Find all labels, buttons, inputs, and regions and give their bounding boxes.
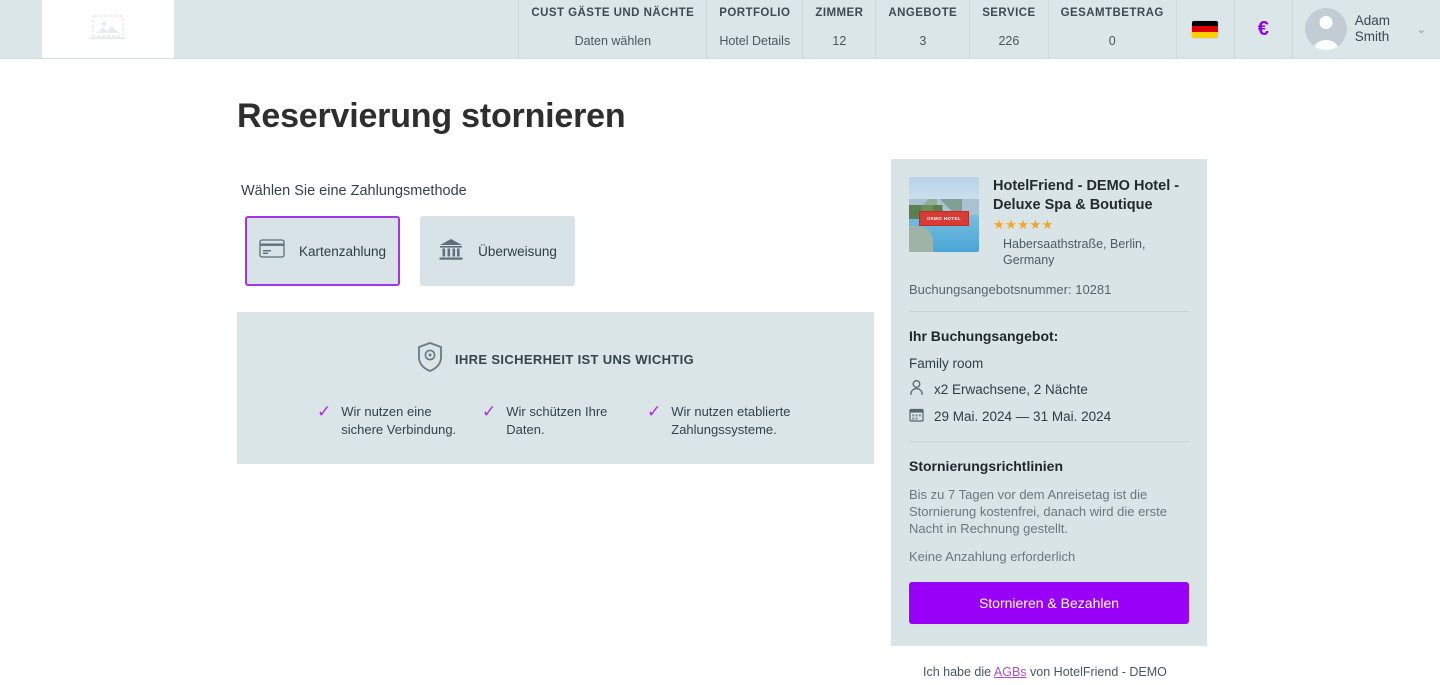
- calendar-icon: [909, 407, 924, 425]
- stat-total-label: GESAMTBETRAG: [1060, 7, 1164, 19]
- euro-icon: €: [1257, 18, 1269, 40]
- terms-link-agb[interactable]: AGBs: [994, 665, 1027, 679]
- booking-title: Ihr Buchungsangebot:: [909, 328, 1059, 344]
- divider: [909, 441, 1189, 442]
- payment-section-label: Wählen Sie eine Zahlungsmethode: [241, 183, 467, 199]
- stat-guests-nights-label: CUST GÄSTE UND NÄCHTE: [531, 7, 695, 19]
- main-content: Reservierung stornieren Wählen Sie eine …: [237, 95, 877, 685]
- credit-card-icon: [259, 239, 285, 263]
- app-header: CUST GÄSTE UND NÄCHTE Daten wählen PORTF…: [0, 0, 1440, 59]
- hotel-row: DEMO HOTEL HotelFriend - DEMO Hotel - De…: [909, 177, 1189, 268]
- security-heading: IHRE SICHERHEIT IST UNS WICHTIG: [454, 352, 695, 367]
- image-placeholder-icon: [88, 13, 128, 46]
- guests-text: x2 Erwachsene, 2 Nächte: [934, 382, 1088, 397]
- chevron-down-icon: ⌄: [1416, 23, 1426, 36]
- stat-portfolio-label: PORTFOLIO: [719, 7, 791, 19]
- stat-service-value: 226: [998, 34, 1020, 48]
- stat-rooms-label: ZIMMER: [815, 7, 864, 19]
- stat-offers-value: 3: [919, 34, 927, 48]
- dates-text: 29 Mai. 2024 — 31 Mai. 2024: [934, 408, 1112, 424]
- language-selector[interactable]: [1175, 0, 1234, 58]
- header-spacer: [174, 0, 518, 58]
- currency-selector[interactable]: €: [1233, 0, 1292, 58]
- policy-title: Stornierungsrichtlinien: [909, 458, 1064, 474]
- offer-number: Buchungsangebotsnummer: 10281: [909, 282, 1189, 312]
- payment-method-bank[interactable]: Überweisung: [420, 216, 575, 286]
- user-name: Adam Smith: [1354, 13, 1391, 44]
- payment-method-card[interactable]: Kartenzahlung: [245, 216, 400, 286]
- terms-row: Ich habe die AGBs von HotelFriend - DEMO…: [891, 646, 1207, 685]
- policy-text: Bis zu 7 Tagen vor dem Anreisetag ist di…: [909, 487, 1167, 536]
- check-icon: ✓: [317, 402, 332, 421]
- security-panel: IHRE SICHERHEIT IST UNS WICHTIG ✓ Wir nu…: [237, 312, 874, 464]
- stat-portfolio-value: Hotel Details: [719, 34, 791, 48]
- guests-row: x2 Erwachsene, 2 Nächte: [909, 380, 1189, 399]
- room-name: Family room: [909, 356, 984, 371]
- dates-row: 29 Mai. 2024 — 31 Mai. 2024: [909, 407, 1189, 425]
- page-title: Reservierung stornieren: [237, 97, 626, 135]
- payment-method-label: Kartenzahlung: [298, 243, 387, 259]
- hotel-thumbnail: DEMO HOTEL: [909, 177, 979, 252]
- stat-offers-label: ANGEBOTE: [888, 7, 958, 19]
- user-menu[interactable]: Adam Smith ⌄: [1291, 0, 1440, 58]
- security-item: ✓ Wir nutzen eine sichere Verbindung.: [317, 403, 464, 438]
- germany-flag-icon: [1192, 20, 1219, 38]
- security-item: ✓ Wir nutzen etablierte Zahlungssysteme.: [647, 403, 794, 438]
- booking-sidebar: DEMO HOTEL HotelFriend - DEMO Hotel - De…: [891, 95, 1207, 685]
- stat-total[interactable]: GESAMTBETRAG 0: [1047, 0, 1176, 59]
- booking-summary-card: DEMO HOTEL HotelFriend - DEMO Hotel - De…: [891, 159, 1207, 646]
- stat-rooms[interactable]: ZIMMER 12: [802, 0, 875, 59]
- bank-icon: [438, 237, 464, 266]
- stat-rooms-value: 12: [832, 34, 847, 48]
- security-heading-row: IHRE SICHERHEIT IST UNS WICHTIG: [259, 342, 852, 377]
- star-rating: ★★★★★: [993, 217, 1054, 232]
- hotel-thumbnail-sign: DEMO HOTEL: [919, 211, 969, 226]
- security-item-text: Wir nutzen etablierte Zahlungssysteme.: [671, 404, 791, 437]
- terms-part1: Ich habe die: [923, 665, 994, 679]
- hotel-address: Habersaathstraße, Berlin, Germany: [1003, 237, 1146, 267]
- stat-total-value: 0: [1108, 34, 1116, 48]
- avatar: [1304, 8, 1347, 50]
- terms-text: Ich habe die AGBs von HotelFriend - DEMO…: [923, 662, 1197, 685]
- stat-service-label: SERVICE: [982, 7, 1036, 19]
- check-icon: ✓: [647, 402, 662, 421]
- logo[interactable]: [42, 0, 174, 58]
- page-body: Reservierung stornieren Wählen Sie eine …: [0, 59, 1440, 685]
- security-item: ✓ Wir schützen Ihre Daten.: [482, 403, 629, 438]
- stat-guests-nights[interactable]: CUST GÄSTE UND NÄCHTE Daten wählen: [518, 0, 706, 59]
- payment-method-group: Kartenzahlung Überweisung: [245, 216, 877, 286]
- shield-check-icon: [417, 342, 443, 377]
- person-icon: [909, 380, 924, 399]
- stat-guests-nights-value: Daten wählen: [574, 34, 652, 48]
- stat-portfolio[interactable]: PORTFOLIO Hotel Details: [706, 0, 802, 59]
- header-stats: CUST GÄSTE UND NÄCHTE Daten wählen PORTF…: [518, 0, 1175, 59]
- stat-service[interactable]: SERVICE 226: [969, 0, 1047, 59]
- stat-offers[interactable]: ANGEBOTE 3: [875, 0, 969, 59]
- hotel-info: HotelFriend - DEMO Hotel - Deluxe Spa & …: [993, 177, 1189, 268]
- security-item-text: Wir schützen Ihre Daten.: [506, 404, 608, 437]
- payment-method-label: Überweisung: [478, 243, 557, 259]
- cancel-and-pay-button[interactable]: Stornieren & Bezahlen: [909, 582, 1189, 624]
- security-item-text: Wir nutzen eine sichere Verbindung.: [341, 404, 457, 437]
- check-icon: ✓: [482, 402, 497, 421]
- hotel-name: HotelFriend - DEMO Hotel - Deluxe Spa & …: [993, 178, 1180, 213]
- security-items: ✓ Wir nutzen eine sichere Verbindung. ✓ …: [259, 403, 852, 438]
- policy-note: Keine Anzahlung erforderlich: [909, 549, 1076, 564]
